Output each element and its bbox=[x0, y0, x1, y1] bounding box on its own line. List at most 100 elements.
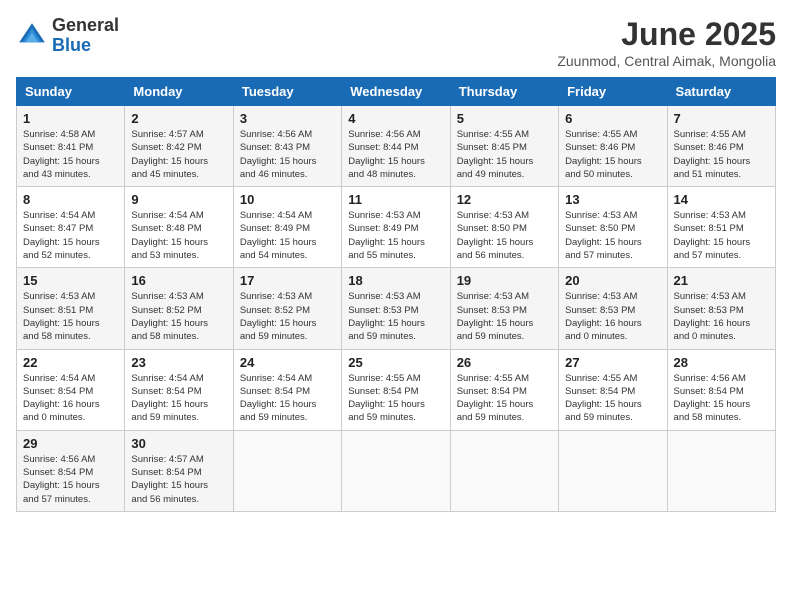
calendar-cell: 20 Sunrise: 4:53 AM Sunset: 8:53 PM Dayli… bbox=[559, 268, 667, 349]
calendar-cell: 12Sunrise: 4:53 AM Sunset: 8:50 PM Dayli… bbox=[450, 187, 558, 268]
weekday-header-saturday: Saturday bbox=[667, 78, 775, 106]
location-subtitle: Zuunmod, Central Aimak, Mongolia bbox=[557, 53, 776, 69]
day-info: Sunrise: 4:57 AM Sunset: 8:42 PM Dayligh… bbox=[131, 128, 226, 181]
day-number: 29 bbox=[23, 436, 118, 451]
day-number: 20 bbox=[565, 273, 660, 288]
calendar-cell: 11 Sunrise: 4:53 AM Sunset: 8:49 PM Dayli… bbox=[342, 187, 450, 268]
calendar-cell: 19 Sunrise: 4:53 AM Sunset: 8:53 PM Dayli… bbox=[450, 268, 558, 349]
calendar-cell: 10 Sunrise: 4:54 AM Sunset: 8:49 PM Dayli… bbox=[233, 187, 341, 268]
day-info: Sunrise: 4:53 AM Sunset: 8:53 PM Dayligh… bbox=[457, 290, 552, 343]
day-info: Sunrise: 4:53 AM Sunset: 8:53 PM Dayligh… bbox=[674, 290, 769, 343]
calendar-cell: 29 Sunrise: 4:56 AM Sunset: 8:54 PM Dayli… bbox=[17, 430, 125, 511]
day-number: 23 bbox=[131, 355, 226, 370]
day-number: 26 bbox=[457, 355, 552, 370]
calendar-cell: 26 Sunrise: 4:55 AM Sunset: 8:54 PM Dayli… bbox=[450, 349, 558, 430]
day-info: Sunrise: 4:55 AM Sunset: 8:46 PM Dayligh… bbox=[565, 128, 660, 181]
day-number: 8 bbox=[23, 192, 118, 207]
day-number: 24 bbox=[240, 355, 335, 370]
day-info: Sunrise: 4:53 AM Sunset: 8:52 PM Dayligh… bbox=[240, 290, 335, 343]
day-number: 27 bbox=[565, 355, 660, 370]
day-number: 11 bbox=[348, 192, 443, 207]
calendar-week-4: 22 Sunrise: 4:54 AM Sunset: 8:54 PM Dayli… bbox=[17, 349, 776, 430]
calendar-cell: 30Sunrise: 4:57 AM Sunset: 8:54 PM Dayli… bbox=[125, 430, 233, 511]
day-info: Sunrise: 4:55 AM Sunset: 8:45 PM Dayligh… bbox=[457, 128, 552, 181]
day-info: Sunrise: 4:53 AM Sunset: 8:52 PM Dayligh… bbox=[131, 290, 226, 343]
calendar-week-5: 29 Sunrise: 4:56 AM Sunset: 8:54 PM Dayli… bbox=[17, 430, 776, 511]
day-number: 10 bbox=[240, 192, 335, 207]
day-number: 16 bbox=[131, 273, 226, 288]
day-number: 14 bbox=[674, 192, 769, 207]
day-info: Sunrise: 4:53 AM Sunset: 8:53 PM Dayligh… bbox=[565, 290, 660, 343]
calendar-cell: 23Sunrise: 4:54 AM Sunset: 8:54 PM Dayli… bbox=[125, 349, 233, 430]
calendar-cell: 27 Sunrise: 4:55 AM Sunset: 8:54 PM Dayli… bbox=[559, 349, 667, 430]
calendar-cell: 22Sunrise: 4:54 AM Sunset: 8:54 PM Dayli… bbox=[17, 349, 125, 430]
calendar-cell: 3 Sunrise: 4:56 AM Sunset: 8:43 PM Daylig… bbox=[233, 106, 341, 187]
calendar-table: SundayMondayTuesdayWednesdayThursdayFrid… bbox=[16, 77, 776, 512]
month-title: June 2025 bbox=[557, 16, 776, 53]
day-info: Sunrise: 4:54 AM Sunset: 8:54 PM Dayligh… bbox=[240, 372, 335, 425]
day-number: 5 bbox=[457, 111, 552, 126]
calendar-cell: 15 Sunrise: 4:53 AM Sunset: 8:51 PM Dayli… bbox=[17, 268, 125, 349]
calendar-cell: 18Sunrise: 4:53 AM Sunset: 8:53 PM Dayli… bbox=[342, 268, 450, 349]
title-block: June 2025 Zuunmod, Central Aimak, Mongol… bbox=[557, 16, 776, 69]
logo: General Blue bbox=[16, 16, 119, 56]
calendar-cell: 6Sunrise: 4:55 AM Sunset: 8:46 PM Daylig… bbox=[559, 106, 667, 187]
calendar-cell: 21 Sunrise: 4:53 AM Sunset: 8:53 PM Dayli… bbox=[667, 268, 775, 349]
weekday-header-tuesday: Tuesday bbox=[233, 78, 341, 106]
day-number: 3 bbox=[240, 111, 335, 126]
calendar-week-2: 8 Sunrise: 4:54 AM Sunset: 8:47 PM Daylig… bbox=[17, 187, 776, 268]
weekday-header-sunday: Sunday bbox=[17, 78, 125, 106]
calendar-cell bbox=[342, 430, 450, 511]
day-info: Sunrise: 4:53 AM Sunset: 8:53 PM Dayligh… bbox=[348, 290, 443, 343]
day-info: Sunrise: 4:55 AM Sunset: 8:54 PM Dayligh… bbox=[457, 372, 552, 425]
calendar-cell: 5 Sunrise: 4:55 AM Sunset: 8:45 PM Daylig… bbox=[450, 106, 558, 187]
day-info: Sunrise: 4:56 AM Sunset: 8:44 PM Dayligh… bbox=[348, 128, 443, 181]
logo-blue-text: Blue bbox=[52, 35, 91, 55]
day-info: Sunrise: 4:53 AM Sunset: 8:51 PM Dayligh… bbox=[23, 290, 118, 343]
day-number: 19 bbox=[457, 273, 552, 288]
day-number: 22 bbox=[23, 355, 118, 370]
day-number: 2 bbox=[131, 111, 226, 126]
logo-general-text: General bbox=[52, 15, 119, 35]
day-info: Sunrise: 4:56 AM Sunset: 8:54 PM Dayligh… bbox=[23, 453, 118, 506]
day-info: Sunrise: 4:53 AM Sunset: 8:50 PM Dayligh… bbox=[457, 209, 552, 262]
calendar-cell: 4 Sunrise: 4:56 AM Sunset: 8:44 PM Daylig… bbox=[342, 106, 450, 187]
calendar-cell: 7 Sunrise: 4:55 AM Sunset: 8:46 PM Daylig… bbox=[667, 106, 775, 187]
day-info: Sunrise: 4:56 AM Sunset: 8:43 PM Dayligh… bbox=[240, 128, 335, 181]
day-number: 4 bbox=[348, 111, 443, 126]
calendar-cell: 13 Sunrise: 4:53 AM Sunset: 8:50 PM Dayli… bbox=[559, 187, 667, 268]
weekday-header-thursday: Thursday bbox=[450, 78, 558, 106]
day-number: 21 bbox=[674, 273, 769, 288]
calendar-cell: 2 Sunrise: 4:57 AM Sunset: 8:42 PM Daylig… bbox=[125, 106, 233, 187]
day-info: Sunrise: 4:55 AM Sunset: 8:46 PM Dayligh… bbox=[674, 128, 769, 181]
day-number: 17 bbox=[240, 273, 335, 288]
day-number: 30 bbox=[131, 436, 226, 451]
day-number: 15 bbox=[23, 273, 118, 288]
calendar-cell bbox=[667, 430, 775, 511]
calendar-week-1: 1 Sunrise: 4:58 AM Sunset: 8:41 PM Daylig… bbox=[17, 106, 776, 187]
calendar-cell bbox=[559, 430, 667, 511]
day-number: 7 bbox=[674, 111, 769, 126]
day-info: Sunrise: 4:54 AM Sunset: 8:47 PM Dayligh… bbox=[23, 209, 118, 262]
calendar-cell bbox=[450, 430, 558, 511]
calendar-cell: 8 Sunrise: 4:54 AM Sunset: 8:47 PM Daylig… bbox=[17, 187, 125, 268]
day-info: Sunrise: 4:53 AM Sunset: 8:49 PM Dayligh… bbox=[348, 209, 443, 262]
day-number: 1 bbox=[23, 111, 118, 126]
day-number: 28 bbox=[674, 355, 769, 370]
page-header: General Blue June 2025 Zuunmod, Central … bbox=[16, 16, 776, 69]
calendar-cell: 16 Sunrise: 4:53 AM Sunset: 8:52 PM Dayli… bbox=[125, 268, 233, 349]
calendar-cell: 1 Sunrise: 4:58 AM Sunset: 8:41 PM Daylig… bbox=[17, 106, 125, 187]
day-number: 13 bbox=[565, 192, 660, 207]
day-info: Sunrise: 4:54 AM Sunset: 8:49 PM Dayligh… bbox=[240, 209, 335, 262]
day-number: 25 bbox=[348, 355, 443, 370]
day-info: Sunrise: 4:58 AM Sunset: 8:41 PM Dayligh… bbox=[23, 128, 118, 181]
calendar-week-3: 15 Sunrise: 4:53 AM Sunset: 8:51 PM Dayli… bbox=[17, 268, 776, 349]
calendar-cell: 17 Sunrise: 4:53 AM Sunset: 8:52 PM Dayli… bbox=[233, 268, 341, 349]
calendar-cell: 14 Sunrise: 4:53 AM Sunset: 8:51 PM Dayli… bbox=[667, 187, 775, 268]
day-info: Sunrise: 4:53 AM Sunset: 8:50 PM Dayligh… bbox=[565, 209, 660, 262]
day-info: Sunrise: 4:53 AM Sunset: 8:51 PM Dayligh… bbox=[674, 209, 769, 262]
day-info: Sunrise: 4:55 AM Sunset: 8:54 PM Dayligh… bbox=[565, 372, 660, 425]
day-info: Sunrise: 4:55 AM Sunset: 8:54 PM Dayligh… bbox=[348, 372, 443, 425]
day-number: 9 bbox=[131, 192, 226, 207]
day-info: Sunrise: 4:54 AM Sunset: 8:48 PM Dayligh… bbox=[131, 209, 226, 262]
